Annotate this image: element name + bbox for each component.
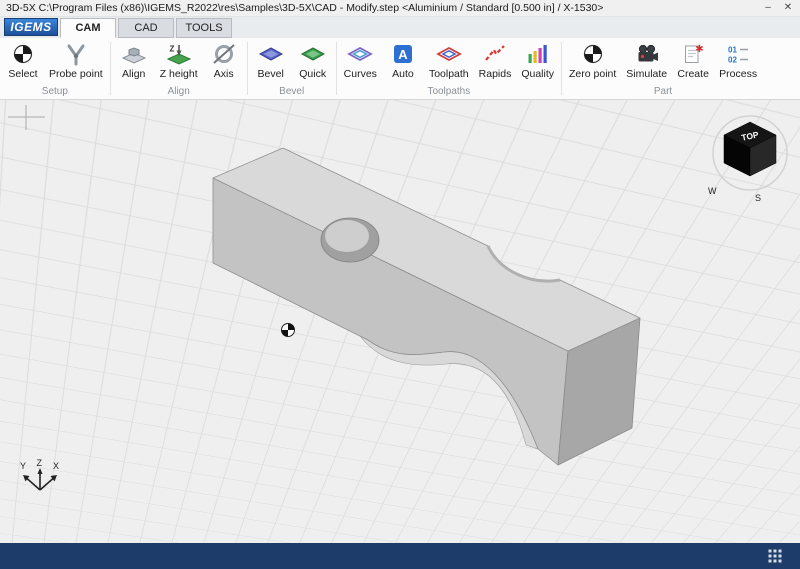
minimize-button[interactable]: – [758,0,778,16]
auto-button[interactable]: A Auto [382,40,424,80]
select-button[interactable]: Select [2,40,44,80]
axis-button[interactable]: Axis [203,40,245,80]
toolbar-group-bevel: Bevel Quick Bevel [250,38,334,99]
z-height-button[interactable]: Z Z height [155,40,203,80]
probe-point-button[interactable]: Probe point [44,40,108,80]
zero-point-button[interactable]: Zero point [564,40,621,80]
quick-button[interactable]: Quick [292,40,334,80]
svg-text:02: 02 [728,56,737,65]
quality-button[interactable]: Quality [516,40,559,80]
igems-logo[interactable]: IGEMS [4,18,58,36]
ribbon-toolbar: Select Probe point Setup Align Z [0,38,800,100]
zero-point-icon [580,41,606,67]
ribbon-tab-row: IGEMS CAM CAD TOOLS [0,17,800,38]
group-label-bevel: Bevel [250,86,334,99]
select-target-icon [10,41,36,67]
rapids-icon [482,41,508,67]
group-label-toolpaths: Toolpaths [339,86,559,99]
group-label-setup: Setup [2,86,108,99]
simulate-button[interactable]: Simulate [621,40,672,80]
view-cube[interactable]: TOP W S [708,116,787,203]
quality-icon [525,41,551,67]
toolbar-group-setup: Select Probe point Setup [2,38,108,99]
tab-cad[interactable]: CAD [118,18,174,38]
tab-cam[interactable]: CAM [60,18,116,38]
curves-icon [347,41,373,67]
rapids-button[interactable]: Rapids [474,40,517,80]
origin-crosshair-icon [8,105,45,130]
axis-icon [211,41,237,67]
curves-button[interactable]: Curves [339,40,382,80]
toolbar-separator [247,42,248,95]
axis-y-label: Y [20,461,26,471]
grid-menu-icon[interactable] [768,549,782,563]
simulate-icon [634,41,660,67]
svg-text:01: 01 [728,46,737,55]
view-cube-west-label: W [708,186,717,196]
axis-z-label: Z [37,458,43,468]
quick-bevel-icon [300,41,326,67]
create-button[interactable]: ✱ Create [672,40,714,80]
toolbar-group-toolpaths: Curves A Auto Toolpath Rapids [339,38,559,99]
window-titlebar: 3D-5X C:\Program Files (x86)\IGEMS_R2022… [0,0,800,17]
bevel-plane-icon [258,41,284,67]
model-part[interactable] [213,148,640,465]
axis-triad-icon: Y Z X [20,458,59,490]
viewport-3d[interactable]: TOP W S Y Z X [0,100,800,543]
create-icon: ✱ [680,41,706,67]
process-button[interactable]: 0102 Process [714,40,762,80]
toolpath-button[interactable]: Toolpath [424,40,474,80]
axis-x-label: X [53,461,59,471]
toolpath-icon [436,41,462,67]
group-label-part: Part [564,86,762,99]
process-icon: 0102 [725,41,751,67]
toolbar-group-align: Align Z Z height Axis Align [113,38,245,99]
status-bar [0,543,800,569]
auto-icon: A [390,41,416,67]
toolbar-separator [336,42,337,95]
align-cube-icon [121,41,147,67]
toolbar-separator [110,42,111,95]
tab-tools[interactable]: TOOLS [176,18,232,38]
group-label-align: Align [113,86,245,99]
probe-point-icon [63,41,89,67]
zero-point-marker[interactable] [282,324,295,337]
svg-text:A: A [398,47,408,62]
svg-text:✱: ✱ [695,44,703,55]
window-title: 3D-5X C:\Program Files (x86)\IGEMS_R2022… [6,0,603,16]
bevel-button[interactable]: Bevel [250,40,292,80]
svg-text:Z: Z [169,45,174,54]
toolbar-group-part: Zero point Simulate ✱ Create 0102 Proces… [564,38,762,99]
align-button[interactable]: Align [113,40,155,80]
close-button[interactable]: ✕ [778,0,798,16]
scene-overlay: TOP W S Y Z X [0,100,800,543]
toolbar-separator [561,42,562,95]
view-cube-south-label: S [755,193,761,203]
z-height-icon: Z [166,41,192,67]
